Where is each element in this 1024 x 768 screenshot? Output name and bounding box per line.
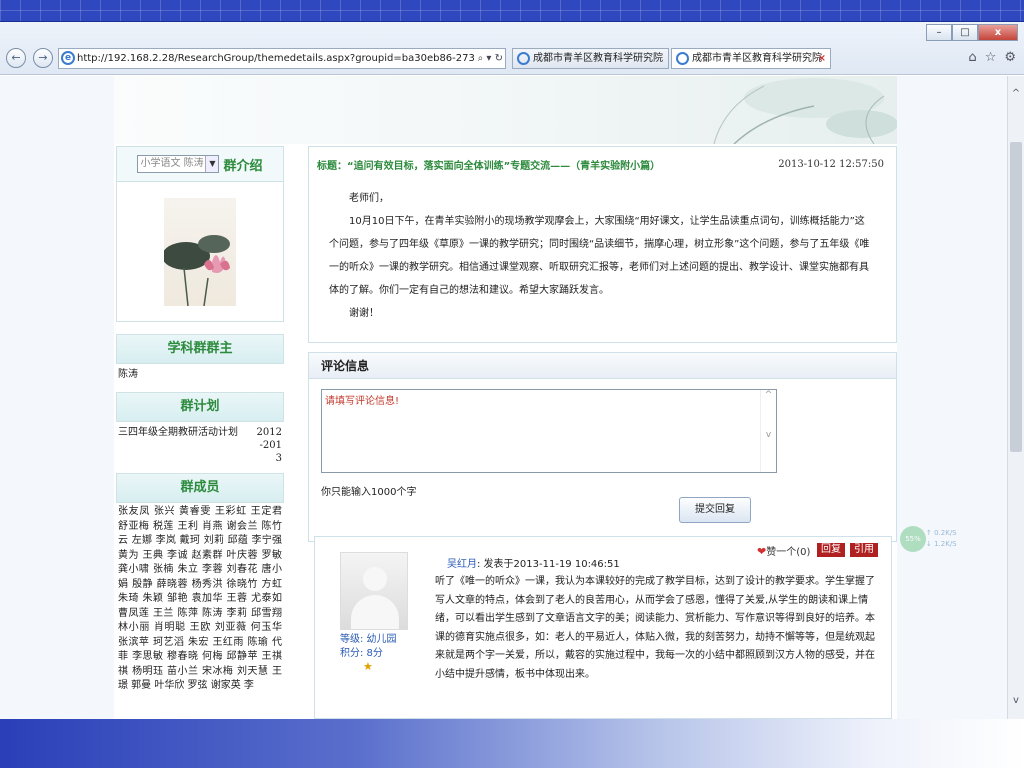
browser-right-icons: ⌂ ☆ ⚙ [968,50,1016,65]
topic-greeting: 老师们， [349,193,389,204]
user-level: 等级: 幼儿园 [340,634,397,645]
banner [114,76,897,144]
lotus-banner-art [713,78,897,144]
owner-name[interactable]: 陈涛 [116,364,284,386]
maximize-button[interactable]: □ [952,24,978,41]
ie-icon [517,52,530,65]
reply-body: 听了《唯一的听众》一课，我认为本课较好的完成了教学目标，达到了设计的教学要求。学… [435,576,875,680]
bottom-decorative-strip [0,719,1024,768]
topic-paragraph: 10月10日下午，在青羊实验附小的现场教学观摩会上，大家围绕“用好课文，让学生品… [329,216,870,296]
topic-date: 2013-10-12 12:57:50 [778,159,884,170]
members-list[interactable]: 张友凤 张兴 黄睿雯 王彩虹 王定君 舒亚梅 税莲 王利 肖燕 谢会兰 陈竹云 … [116,503,284,719]
address-url[interactable]: http://192.168.2.28/ResearchGroup/themed… [77,53,497,64]
back-button[interactable]: ← [6,48,26,68]
network-speed-widget[interactable]: 55% ↑ 0.2K/S ↓ 1.2K/S [900,526,970,554]
comment-limit-note: 你只能输入1000个字 [321,487,417,498]
address-tools[interactable]: ⌕ ▾ ↻ [473,49,503,68]
favorites-icon[interactable]: ☆ [985,50,997,65]
comment-panel: 评论信息 请填写评论信息! ^ v 你只能输入1000个字 提交回复 [308,352,897,542]
plan-item[interactable]: 三四年级全期教研活动计划 2012-2013 [116,422,284,469]
group-intro-title: 群介绍 [223,158,263,174]
plan-section-title: 群计划 [116,392,284,422]
comment-textarea[interactable]: 请填写评论信息! ^ v [321,389,777,473]
group-image-box [116,182,284,322]
group-intro-row: 小学语文 陈涛 ▼ 群介绍 [116,146,284,182]
speed-readout: ↑ 0.2K/S ↓ 1.2K/S [926,528,957,550]
avatar [340,552,408,630]
topic-title: 标题：“追问有效目标，落实面向全体训练”专题交流——（青羊实验附小篇） [317,161,661,172]
user-points: 积分: 8分 [340,648,383,659]
scroll-thumb[interactable] [1010,142,1022,452]
tab-1-label: 成都市青羊区教育科学研究院 [533,53,663,64]
group-select-value: 小学语文 陈涛 [140,158,204,169]
forward-button[interactable]: → [33,48,53,68]
scroll-up-icon[interactable]: ^ [1008,88,1024,102]
tab-1[interactable]: 成都市青羊区教育科学研究院 [512,48,669,69]
page-viewport: 小学语文 陈涛 ▼ 群介绍 学科群群主 陈涛 群计划 三四年级全期教研活动计划 … [0,76,1024,719]
submit-reply-button[interactable]: 提交回复 [679,497,751,523]
settings-icon[interactable]: ⚙ [1004,50,1016,65]
plan-item-name[interactable]: 三四年级全期教研活动计划 [118,426,238,465]
heart-icon: ❤ [757,545,767,558]
upload-speed: ↑ 0.2K/S [926,529,957,537]
reply-meta: 吴红月: 发表于2013-11-19 10:46:51 [447,555,620,570]
sidebar: 小学语文 陈涛 ▼ 群介绍 学科群群主 陈涛 群计划 三四年级全期教研活动计划 … [116,146,284,719]
lotus-image [164,197,236,306]
ie-icon [676,52,689,65]
scroll-down-icon[interactable]: v [1008,695,1024,709]
minimize-button[interactable]: – [926,24,952,41]
tab-2-label: 成都市青羊区教育科学研究院 [692,53,822,64]
topic-body: 老师们， 10月10日下午，在青羊实验附小的现场教学观摩会上，大家围绕“用好课文… [329,187,874,325]
group-select[interactable]: 小学语文 陈涛 ▼ [137,155,220,173]
quote-button[interactable]: 引用 [850,543,878,557]
reply-button[interactable]: 回复 [817,543,845,557]
comment-placeholder: 请填写评论信息! [325,396,400,407]
tab-close-icon[interactable]: × [818,49,826,68]
speed-percent: 55% [900,526,926,552]
page-scrollbar[interactable]: ^ v [1007,76,1024,719]
window-controls: – □ x [926,24,1018,41]
reply-posted-time: : 发表于2013-11-19 10:46:51 [477,559,620,570]
download-speed: ↓ 1.2K/S [926,540,957,548]
home-icon[interactable]: ⌂ [968,50,976,65]
rank-star-icon: ★ [363,660,373,673]
user-level-info: 等级: 幼儿园 积分: 8分 [340,633,397,661]
plan-item-date: 2012-2013 [256,427,282,464]
topic-thanks: 谢谢！ [349,308,379,319]
chevron-down-icon[interactable]: ▼ [205,156,219,172]
top-decorative-strip [0,0,1024,22]
page-content: 小学语文 陈涛 ▼ 群介绍 学科群群主 陈涛 群计划 三四年级全期教研活动计划 … [114,76,897,719]
tab-2-active[interactable]: 成都市青羊区教育科学研究院 × [671,48,831,69]
reply-username[interactable]: 吴红月 [447,559,477,570]
close-window-button[interactable]: x [978,24,1018,41]
address-bar[interactable]: e http://192.168.2.28/ResearchGroup/them… [58,48,506,69]
like-label: 赞一个(0) [766,547,811,558]
members-section-title: 群成员 [116,473,284,503]
ie-icon: e [61,51,75,65]
owner-section-title: 学科群群主 [116,334,284,364]
like-button[interactable]: ❤赞一个(0) [757,543,810,558]
topic-panel: 标题：“追问有效目标，落实面向全体训练”专题交流——（青羊实验附小篇） 2013… [308,146,897,343]
browser-chrome: – □ x ← → e http://192.168.2.28/Research… [0,22,1024,75]
textarea-scrollbar[interactable]: ^ v [760,390,776,472]
comment-header: 评论信息 [309,353,896,379]
reply-item: 等级: 幼儿园 积分: 8分 ★ 吴红月: 发表于2013-11-19 10:4… [314,536,892,719]
